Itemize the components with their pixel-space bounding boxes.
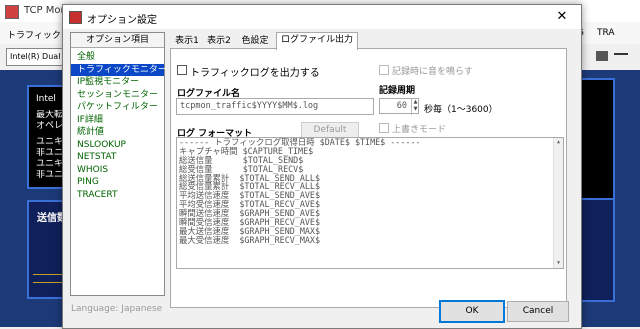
dialog-titlebar: オプション設定 ✕	[63, 5, 581, 29]
option-traffic-monitor[interactable]: トラフィックモニター	[71, 63, 167, 76]
option-netstat[interactable]: NETSTAT	[71, 151, 164, 164]
period-label: 記録周期	[379, 86, 416, 96]
format-line: 最大受信速度 $GRAPH_RECV_MAX$	[179, 234, 321, 245]
language-label: Language: Japanese	[71, 304, 163, 314]
options-dialog: オプション設定 ✕ オプション項目 全般 トラフィックモニター IP監視モニター…	[62, 4, 582, 329]
option-ip-monitor[interactable]: IP監視モニター	[71, 76, 164, 89]
app-tab-tra[interactable]: TRA	[597, 28, 615, 38]
spin-up-icon[interactable]: ▲	[412, 99, 419, 106]
option-whois[interactable]: WHOIS	[71, 164, 164, 177]
close-icon[interactable]: ✕	[551, 7, 573, 27]
option-tracert[interactable]: TRACERT	[71, 189, 164, 202]
tab-log-output[interactable]: ログファイル出力	[276, 32, 358, 50]
log-output-checkbox[interactable]	[177, 65, 187, 75]
option-session-monitor[interactable]: セッションモニター	[71, 89, 164, 102]
dialog-title: オプション設定	[87, 15, 157, 26]
option-nslookup[interactable]: NSLOOKUP	[71, 139, 164, 152]
tab-color[interactable]: 色設定	[236, 34, 274, 48]
scroll-up-icon[interactable]: ▲	[554, 138, 563, 147]
ok-button[interactable]: OK	[439, 300, 505, 323]
pin-icon[interactable]	[614, 53, 628, 61]
cancel-button[interactable]: Cancel	[507, 301, 569, 322]
overwrite-label: 上書きモード	[392, 125, 447, 135]
app-icon	[5, 5, 19, 19]
filename-input[interactable]: tcpmon_traffic$YYYY$MM$.log	[176, 98, 374, 115]
tab-display2[interactable]: 表示2	[204, 34, 234, 48]
format-scrollbar[interactable]: ▲ ▼	[553, 138, 563, 268]
save-icon[interactable]	[596, 51, 608, 61]
tab-display1[interactable]: 表示1	[172, 34, 202, 48]
dialog-icon	[69, 11, 82, 24]
log-output-panel: トラフィックログを出力する 記録時に音を鳴らす ログファイル名 tcpmon_t…	[170, 48, 567, 308]
scroll-down-icon[interactable]: ▼	[554, 259, 563, 268]
spin-down-icon[interactable]: ▼	[412, 106, 419, 113]
format-textarea[interactable]: ------ トラフィックログ取得日時 $DATE$ $TIME$ ------…	[176, 137, 564, 269]
sound-checkbox[interactable]	[379, 65, 389, 75]
option-general[interactable]: 全般	[71, 51, 164, 64]
option-ping[interactable]: PING	[71, 176, 164, 189]
options-list-header: オプション項目	[71, 33, 164, 48]
option-if-detail[interactable]: IF詳細	[71, 114, 164, 127]
sound-label: 記録時に音を鳴らす	[392, 67, 473, 77]
log-output-label: トラフィックログを出力する	[190, 68, 320, 79]
option-packet-filter[interactable]: パケットフィルター	[71, 101, 164, 114]
options-list: オプション項目 全般 トラフィックモニター IP監視モニター セッションモニター…	[70, 32, 167, 296]
period-unit: 秒毎（1〜3600）	[424, 105, 498, 115]
overwrite-checkbox[interactable]	[379, 123, 389, 133]
period-spinner[interactable]: ▲ ▼	[411, 99, 419, 115]
option-statistics[interactable]: 統計値	[71, 126, 164, 139]
